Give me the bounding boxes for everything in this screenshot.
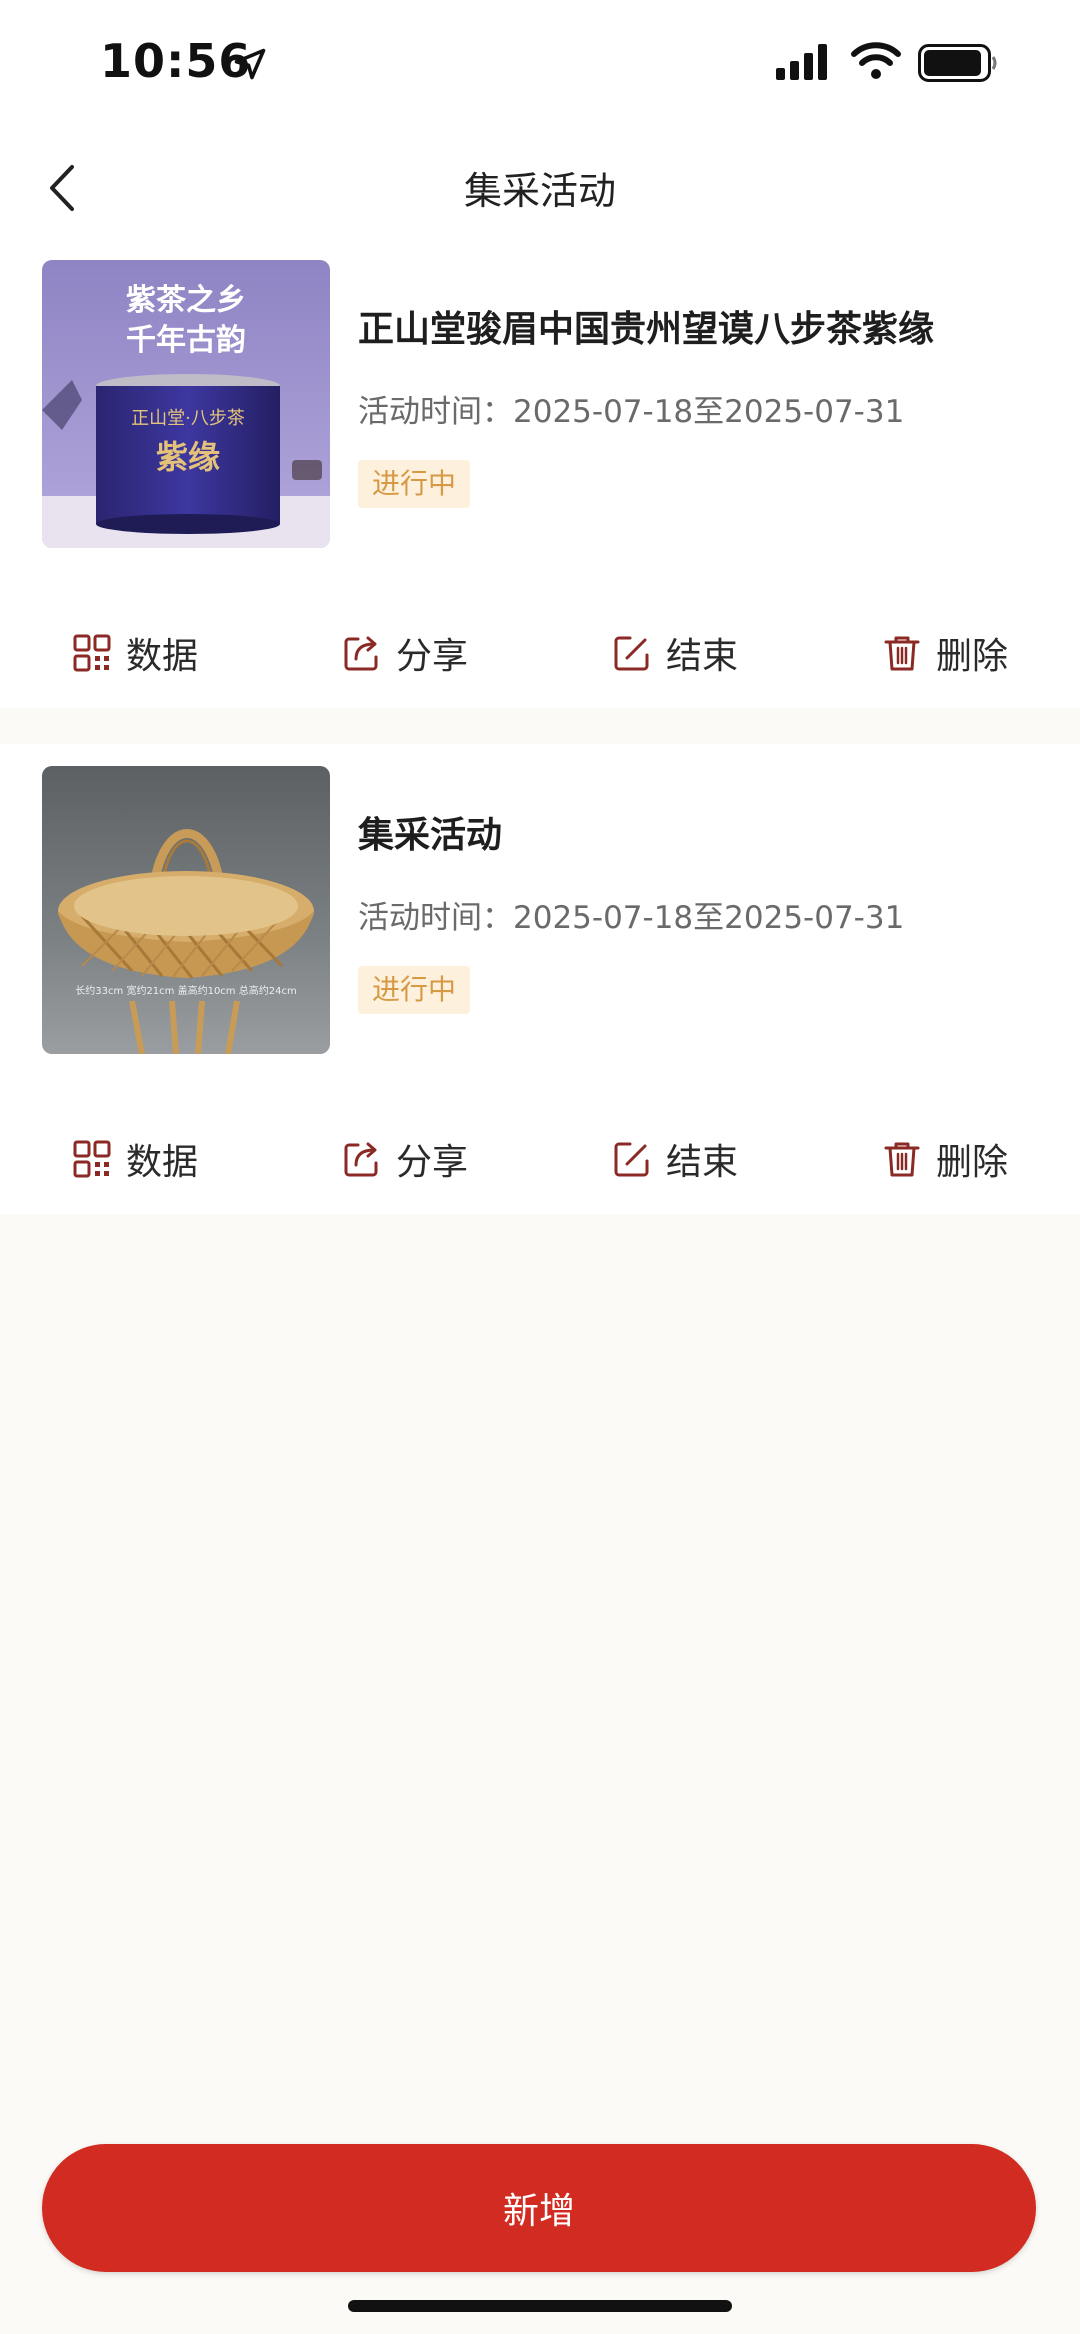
data-button[interactable]: 数据: [0, 608, 270, 698]
status-badge: 进行中: [358, 460, 471, 508]
cellular-signal-icon: [776, 44, 832, 84]
trash-icon: [884, 636, 920, 671]
end-button[interactable]: 结束: [540, 1114, 810, 1204]
share-icon: [344, 636, 378, 671]
end-label: 结束: [665, 1142, 738, 1183]
delete-button[interactable]: 删除: [810, 1114, 1080, 1204]
action-bar: 数据 分享 结束 删除: [0, 608, 1080, 698]
grid-data-icon: [73, 634, 111, 672]
trash-icon: [884, 1142, 920, 1177]
add-button[interactable]: 新增: [42, 2144, 1036, 2272]
delete-label: 删除: [935, 1142, 1008, 1183]
basket-caption: 长约33cm 宽约21cm 盖高约10cm 总高约24cm: [75, 984, 296, 997]
delete-label: 删除: [935, 636, 1008, 677]
tin-headline-1: 紫茶之乡: [126, 283, 246, 318]
grid-data-icon: [73, 1140, 111, 1178]
home-indicator: [348, 2300, 732, 2312]
activity-card[interactable]: 紫茶之乡 千年古韵 正山堂·八步茶 紫缘 正山堂骏眉中国贵州望谟八步茶紫缘 活动…: [0, 238, 1080, 708]
wifi-icon: [850, 40, 902, 84]
edit-icon: [614, 1142, 649, 1177]
action-bar: 数据 分享 结束 删除: [0, 1114, 1080, 1204]
status-badge: 进行中: [358, 966, 471, 1014]
activity-date: 活动时间：2025-07-18至2025-07-31: [358, 900, 905, 936]
end-button[interactable]: 结束: [540, 608, 810, 698]
tea-tin-image: 紫茶之乡 千年古韵 正山堂·八步茶 紫缘: [42, 260, 330, 548]
edit-icon: [614, 636, 649, 671]
location-arrow-icon: [232, 46, 268, 86]
share-button[interactable]: 分享: [270, 1114, 540, 1204]
battery-icon: [918, 44, 998, 86]
data-label: 数据: [125, 1142, 198, 1183]
page-title: 集采活动: [463, 169, 616, 213]
nav-bar: 集采活动: [0, 130, 1080, 250]
activity-title: 正山堂骏眉中国贵州望谟八步茶紫缘: [358, 309, 935, 350]
tin-headline-2: 千年古韵: [126, 323, 246, 358]
share-label: 分享: [395, 1142, 468, 1183]
data-label: 数据: [125, 636, 198, 677]
activity-title: 集采活动: [358, 815, 503, 856]
share-button[interactable]: 分享: [270, 608, 540, 698]
share-icon: [344, 1142, 378, 1177]
bamboo-basket-image: 长约33cm 宽约21cm 盖高约10cm 总高约24cm: [42, 766, 330, 1054]
tin-brand: 正山堂·八步茶: [131, 408, 245, 429]
share-label: 分享: [395, 636, 468, 677]
data-button[interactable]: 数据: [0, 1114, 270, 1204]
activity-card[interactable]: 长约33cm 宽约21cm 盖高约10cm 总高约24cm 集采活动 活动时间：…: [0, 744, 1080, 1214]
tin-name: 紫缘: [156, 438, 220, 476]
end-label: 结束: [665, 636, 738, 677]
status-time: 10:56: [100, 34, 252, 88]
status-bar: 10:56: [0, 0, 1080, 130]
activity-date: 活动时间：2025-07-18至2025-07-31: [358, 394, 905, 430]
delete-button[interactable]: 删除: [810, 608, 1080, 698]
